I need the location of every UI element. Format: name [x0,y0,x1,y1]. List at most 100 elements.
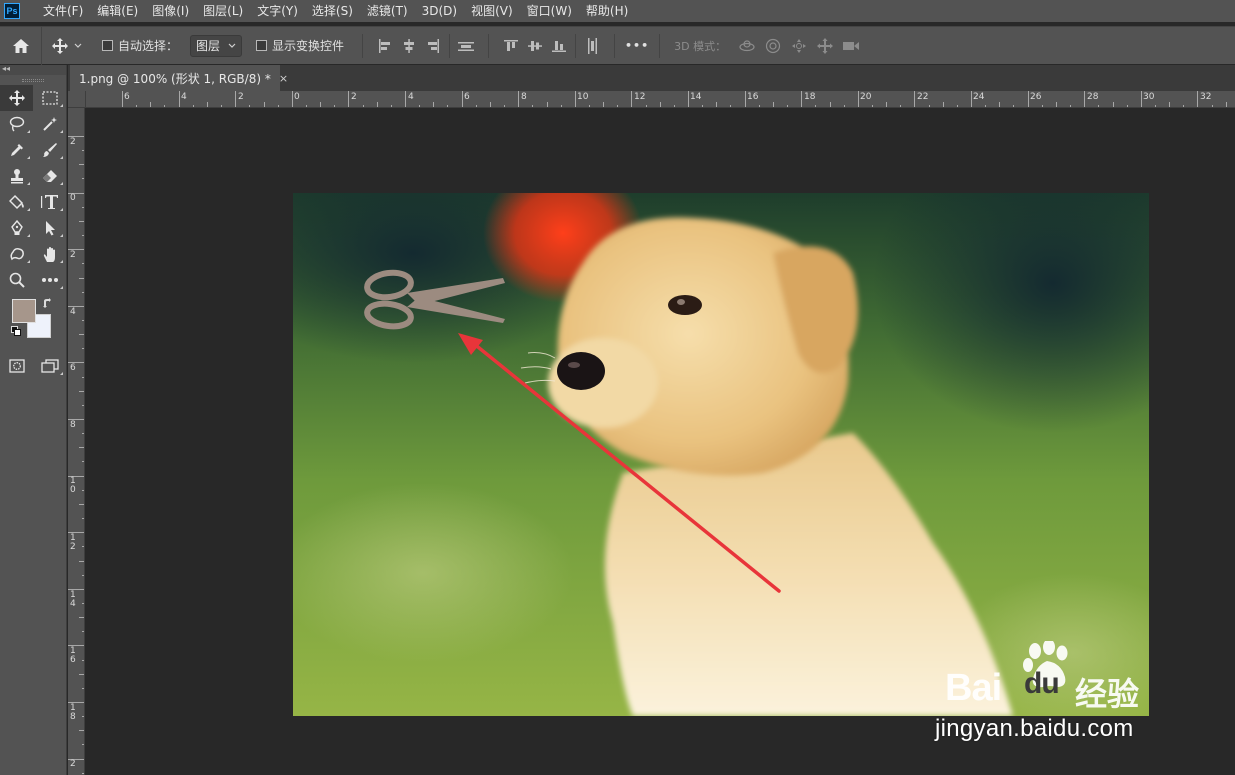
foreground-color-swatch[interactable] [12,299,36,323]
eyedropper-tool[interactable] [0,137,33,163]
ruler-label: 8 [521,92,527,102]
shape-tool[interactable] [0,241,33,267]
path-selection-tool[interactable] [33,215,66,241]
menu-file[interactable]: 文件(F) [36,0,90,22]
3d-drag-button[interactable] [786,34,812,58]
ruler-label: 2 [70,250,76,260]
ruler-label: 6 [124,92,130,102]
distribute-horizontal-button[interactable] [580,34,604,58]
camera-3d-icon [843,41,860,50]
ruler-label: 6 [464,92,470,102]
3d-scale-button[interactable] [838,34,864,58]
move-tool[interactable] [0,85,33,111]
swap-colors-icon[interactable] [42,298,53,309]
ruler-label: 1 2 [70,533,76,552]
vertical-ruler[interactable]: 2 0 2 4 6 8 1 0 1 2 1 4 1 6 1 8 2 [68,108,85,775]
menu-bar: Ps 文件(F) 编辑(E) 图像(I) 图层(L) 文字(Y) 选择(S) 滤… [0,0,1235,22]
show-transform-checkbox[interactable] [256,40,268,51]
pen-tool[interactable] [0,215,33,241]
ruler-label: 1 4 [70,590,76,609]
ruler-label: 2 [70,137,76,147]
marquee-tool[interactable] [33,85,66,111]
menu-window[interactable]: 窗口(W) [520,0,579,22]
ruler-label: 24 [973,92,985,102]
ruler-label: 1 8 [70,703,76,722]
home-button[interactable] [0,26,42,65]
rectangle-marquee-icon [41,91,58,105]
drag-3d-icon [792,38,807,53]
divider [659,33,661,58]
hand-tool[interactable] [33,241,66,267]
more-tools-button[interactable] [33,267,66,293]
document-canvas[interactable] [293,193,1149,716]
eraser-tool[interactable] [33,163,66,189]
3d-roll-button[interactable] [760,34,786,58]
mode-3d-label: 3D 模式： [674,39,727,53]
menu-type[interactable]: 文字(Y) [250,0,305,22]
quick-mask-button[interactable] [0,353,33,379]
align-vcenter-icon [528,40,543,51]
align-bottom-icon [552,40,567,52]
hand-icon [43,246,55,262]
ruler-origin[interactable] [68,91,86,108]
menu-select[interactable]: 选择(S) [305,0,360,22]
magic-wand-tool[interactable] [33,111,66,137]
menu-layer[interactable]: 图层(L) [196,0,250,22]
type-tool[interactable] [33,189,66,215]
distribute-vertical-icon [458,41,475,51]
baidu-watermark: Bai du 经验 jingyan.baidu.com [935,641,1165,745]
toolbar-grip[interactable] [0,75,66,85]
ruler-label: 2 [351,92,357,102]
divider [449,33,451,58]
align-right-button[interactable] [421,34,445,58]
auto-select-checkbox[interactable] [102,40,113,51]
clone-stamp-tool[interactable] [0,163,33,189]
zoom-tool[interactable] [0,267,33,293]
toolbar-collapse-button[interactable]: ◂◂ [0,65,66,75]
menu-help[interactable]: 帮助(H) [579,0,635,22]
move-tool-preset[interactable] [42,27,92,65]
align-left-button[interactable] [373,34,397,58]
more-options-button[interactable]: ••• [625,39,649,52]
ruler-label: 0 [294,92,300,102]
align-left-icon [379,38,391,53]
menu-edit[interactable]: 编辑(E) [90,0,145,22]
3d-orbit-button[interactable] [734,34,760,58]
auto-select-dropdown[interactable]: 图层 [190,34,243,57]
menu-image[interactable]: 图像(I) [145,0,196,22]
align-vcenter-button[interactable] [523,34,547,58]
align-hcenter-button[interactable] [397,34,421,58]
horizontal-ruler[interactable]: 6 4 2 0 2 4 6 8 10 12 14 16 18 20 22 24 … [86,91,1235,108]
pen-icon [10,220,23,235]
document-tab[interactable]: 1.png @ 100% (形状 1, RGB/8) * × [70,65,288,91]
lasso-tool[interactable] [0,111,33,137]
screen-mode-button[interactable] [33,353,66,379]
chevron-down-icon [74,43,82,48]
brush-tool[interactable] [33,137,66,163]
close-icon[interactable]: × [279,72,288,85]
custom-shape-icon [9,248,24,261]
baidu-brand-mid: du [1024,667,1060,700]
ruler-label: 12 [634,92,646,102]
move-icon [52,37,68,54]
ruler-label: 16 [747,92,759,102]
distribute-vertical-button[interactable] [454,34,478,58]
orbit-3d-icon [739,39,755,51]
menu-3d[interactable]: 3D(D) [415,0,464,22]
3d-slide-button[interactable] [812,34,838,58]
menu-filter[interactable]: 滤镜(T) [360,0,415,22]
align-bottom-button[interactable] [547,34,571,58]
align-top-button[interactable] [499,34,523,58]
default-colors-icon[interactable] [11,326,21,336]
chevron-down-icon [228,43,236,48]
paint-bucket-tool[interactable] [0,189,33,215]
ruler-label: 6 [70,363,76,373]
ruler-label: 4 [181,92,187,102]
auto-select-label: 自动选择： [118,39,179,53]
type-icon [40,195,58,209]
menu-view[interactable]: 视图(V) [464,0,520,22]
ellipsis-icon [41,278,58,282]
paint-bucket-icon [8,194,24,210]
align-right-icon [428,38,440,53]
divider [614,33,616,58]
